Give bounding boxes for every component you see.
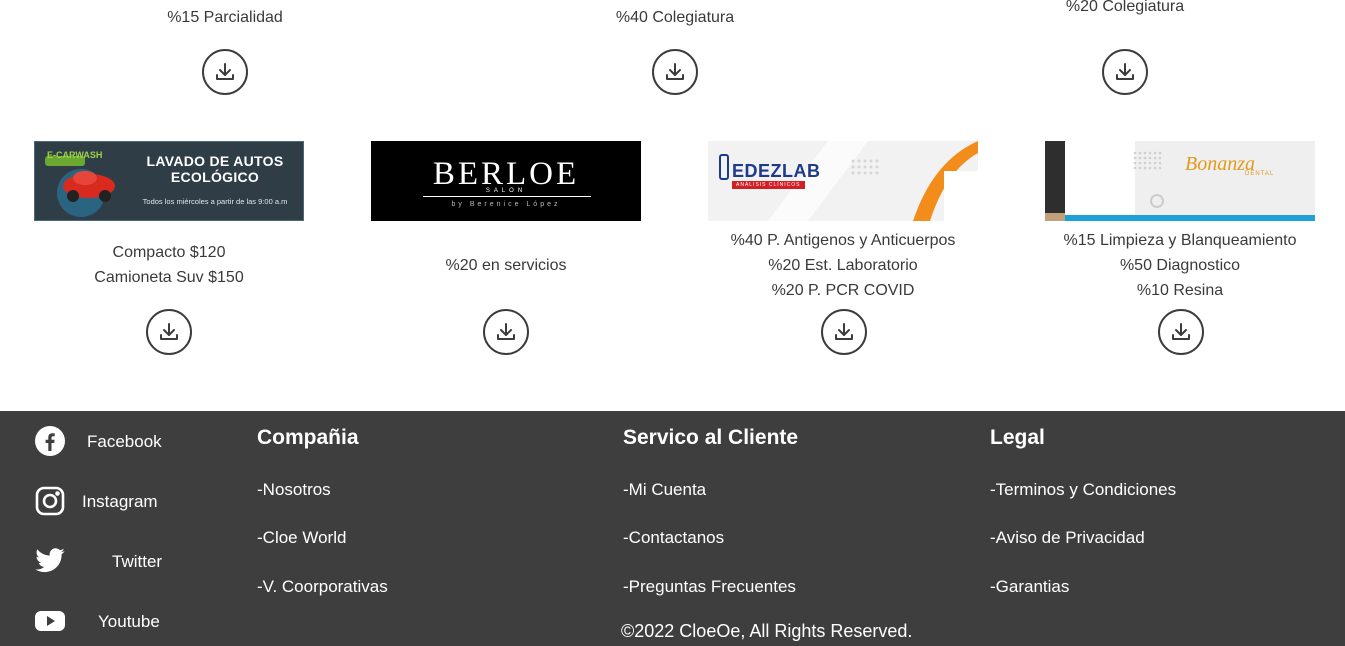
offer-line: %15 Limpieza y Blanqueamiento bbox=[1063, 232, 1297, 249]
offer-line: %20 P. PCR COVID bbox=[771, 282, 915, 299]
berloe-banner[interactable]: BERLOE SALON by Berenice López bbox=[371, 141, 641, 221]
download-icon bbox=[1172, 323, 1190, 340]
footer-link-coorporativas[interactable]: -V. Coorporativas bbox=[257, 577, 388, 597]
footer-link-contactanos[interactable]: -Contactanos bbox=[623, 528, 724, 548]
twitter-icon bbox=[34, 545, 66, 577]
edezlab-banner[interactable]: EDEZLAB ANÁLISIS CLÍNICOS bbox=[708, 141, 978, 221]
offer-line: %15 Parcialidad bbox=[167, 9, 283, 26]
offer-line: %10 Resina bbox=[1136, 282, 1224, 299]
download-icon bbox=[666, 63, 684, 80]
offer-line: %50 Diagnostico bbox=[1119, 257, 1241, 274]
bonanza-decoration bbox=[1045, 141, 1315, 221]
social-link-instagram[interactable] bbox=[34, 485, 66, 517]
social-link-facebook[interactable] bbox=[34, 425, 66, 457]
footer-heading-company: Compañia bbox=[257, 426, 359, 449]
offer-line: %20 Colegiatura bbox=[1065, 0, 1185, 15]
offer-line: %40 P. Antigenos y Anticuerpos bbox=[730, 232, 956, 249]
banner-subtitle: Todos los miércoles a partir de las 9:00… bbox=[142, 197, 288, 206]
banner-subtitle: DENTAL bbox=[1245, 171, 1275, 177]
footer-link-cloe-world[interactable]: -Cloe World bbox=[257, 528, 346, 548]
download-icon bbox=[497, 323, 515, 340]
social-link-twitter[interactable] bbox=[34, 545, 66, 577]
social-label-youtube[interactable]: Youtube bbox=[98, 612, 160, 632]
footer-link-faq[interactable]: -Preguntas Frecuentes bbox=[623, 577, 796, 597]
footer-heading-customer-service: Servico al Cliente bbox=[623, 426, 799, 449]
facebook-icon bbox=[34, 425, 66, 457]
banner-subtitle: ANÁLISIS CLÍNICOS bbox=[732, 181, 805, 189]
divider bbox=[423, 196, 591, 197]
bonanza-banner[interactable]: Bonanza DENTAL bbox=[1045, 141, 1315, 221]
banner-subtitle: SALON bbox=[485, 188, 527, 194]
banner-title: EDEZLAB bbox=[732, 161, 821, 181]
download-button[interactable] bbox=[1102, 49, 1148, 95]
download-icon bbox=[835, 323, 853, 340]
social-label-twitter[interactable]: Twitter bbox=[112, 552, 162, 572]
footer-link-nosotros[interactable]: -Nosotros bbox=[257, 480, 331, 500]
download-button[interactable] bbox=[146, 309, 192, 355]
offer-line: %20 en servicios bbox=[445, 257, 567, 274]
download-button[interactable] bbox=[1158, 309, 1204, 355]
carwash-brand: E-CARWASH bbox=[47, 150, 103, 160]
download-button[interactable] bbox=[821, 309, 867, 355]
footer-heading-legal: Legal bbox=[990, 426, 1045, 449]
download-icon bbox=[216, 63, 234, 80]
download-icon bbox=[1116, 63, 1134, 80]
footer: Facebook Instagram Twitter Youtube Compa… bbox=[0, 411, 1345, 646]
offer-line: Camioneta Suv $150 bbox=[94, 269, 244, 286]
download-icon bbox=[160, 323, 178, 340]
social-label-facebook[interactable]: Facebook bbox=[87, 432, 162, 452]
copyright-text: ©2022 CloeOe, All Rights Reserved. bbox=[621, 621, 913, 641]
download-button[interactable] bbox=[652, 49, 698, 95]
social-label-instagram[interactable]: Instagram bbox=[82, 492, 158, 512]
youtube-icon bbox=[34, 605, 66, 637]
footer-link-mi-cuenta[interactable]: -Mi Cuenta bbox=[623, 480, 706, 500]
instagram-icon bbox=[34, 485, 66, 517]
offer-line: %20 Est. Laboratorio bbox=[768, 257, 918, 274]
download-button[interactable] bbox=[202, 49, 248, 95]
offer-line: %40 Colegiatura bbox=[615, 9, 735, 26]
footer-link-privacy[interactable]: -Aviso de Privacidad bbox=[990, 528, 1145, 548]
download-button[interactable] bbox=[483, 309, 529, 355]
social-link-youtube[interactable] bbox=[34, 605, 66, 637]
footer-link-terms[interactable]: -Terminos y Condiciones bbox=[990, 480, 1176, 500]
carwash-banner[interactable]: E-CARWASH LAVADO DE AUTOS ECOLÓGICO Todo… bbox=[34, 141, 304, 221]
banner-byline: by Berenice López bbox=[451, 201, 561, 208]
offer-line: Compacto $120 bbox=[112, 244, 226, 261]
banner-title: LAVADO DE AUTOS ECOLÓGICO bbox=[146, 153, 284, 185]
footer-link-warranty[interactable]: -Garantias bbox=[990, 577, 1069, 597]
